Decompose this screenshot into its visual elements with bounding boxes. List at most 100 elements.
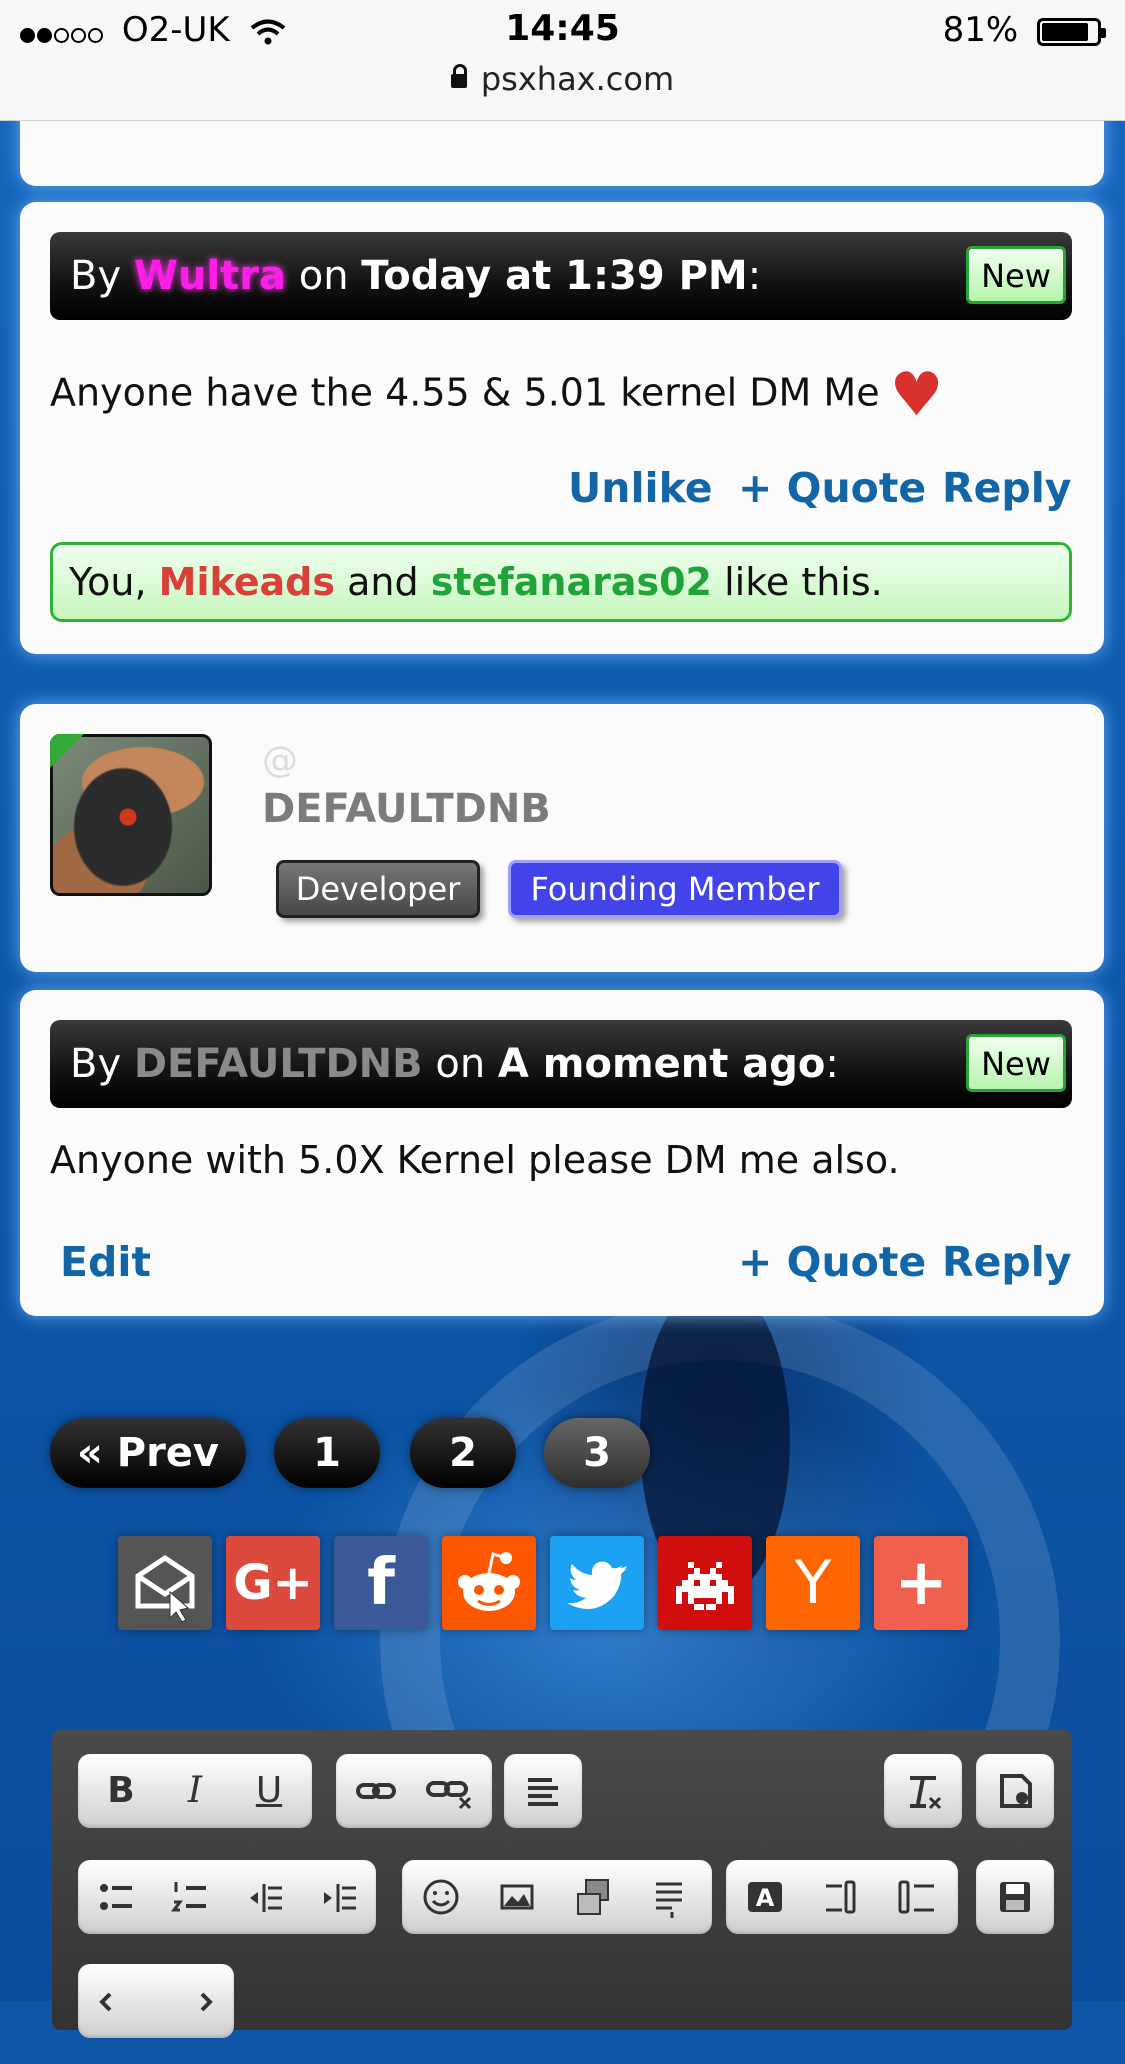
page-3-button[interactable]: 3	[544, 1418, 650, 1488]
numbered-list-icon	[171, 1882, 206, 1912]
new-badge: New	[966, 246, 1066, 304]
quote-block-icon	[898, 1880, 934, 1914]
comment-body: Anyone with 5.0X Kernel please DM me als…	[50, 1138, 900, 1182]
email-icon	[135, 1554, 195, 1623]
underline-button[interactable]: U	[232, 1754, 306, 1828]
source-icon	[1000, 1774, 1032, 1808]
unlink-icon	[426, 1781, 472, 1810]
comment-card: By DEFAULTDNB on A moment ago: New Anyon…	[20, 990, 1104, 1316]
bullet-list-icon	[100, 1884, 132, 1910]
media-button[interactable]	[556, 1860, 630, 1934]
link-button[interactable]	[340, 1754, 414, 1828]
unlink-button[interactable]	[414, 1754, 488, 1828]
likes-summary: You, Mikeads and stefanaras02 like this.	[50, 542, 1072, 622]
image-button[interactable]	[480, 1860, 554, 1934]
indent-icon	[324, 1884, 356, 1912]
reddit-icon	[458, 1552, 520, 1611]
reddit-share-button[interactable]	[442, 1536, 536, 1630]
numbered-list-button[interactable]	[154, 1860, 228, 1934]
email-share-button[interactable]	[118, 1536, 212, 1630]
unlike-link[interactable]: Unlike	[568, 464, 713, 512]
source-group	[976, 1754, 1054, 1828]
twitter-share-button[interactable]	[550, 1536, 644, 1630]
redo-button[interactable]	[156, 1964, 230, 2038]
smilie-button[interactable]	[404, 1860, 478, 1934]
media-icon	[577, 1879, 609, 1915]
facebook-icon: f	[367, 1546, 395, 1620]
remove-format-icon	[910, 1776, 942, 1810]
url-text: psxhax.com	[480, 60, 675, 98]
on-label: on	[298, 253, 349, 299]
view-source-button[interactable]	[978, 1754, 1052, 1828]
battery-icon	[1037, 17, 1106, 46]
page-2-button[interactable]: 2	[410, 1418, 516, 1488]
image-icon	[500, 1884, 534, 1910]
twitter-icon	[567, 1561, 627, 1610]
undo-button[interactable]	[82, 1964, 156, 2038]
more-share-button[interactable]: +	[874, 1536, 968, 1630]
comment-header: By Wultra on Today at 1:39 PM: New	[50, 232, 1072, 320]
liker-link[interactable]: Mikeads	[159, 560, 335, 604]
likes-suffix: like this.	[724, 560, 883, 604]
comment-time: Today at 1:39 PM	[361, 253, 748, 299]
quote-link[interactable]: + Quote	[738, 1238, 926, 1286]
user-profile-card: @ DEFAULTDNB Developer Founding Member	[20, 704, 1104, 972]
align-group	[504, 1754, 582, 1828]
list-group	[78, 1860, 376, 1934]
reply-link[interactable]: Reply	[942, 1238, 1072, 1286]
align-button[interactable]	[506, 1754, 580, 1828]
edit-link[interactable]: Edit	[60, 1238, 151, 1286]
prev-page-button[interactable]: « Prev	[50, 1418, 246, 1488]
author-link[interactable]: Wultra	[134, 253, 286, 299]
new-badge: New	[966, 1034, 1066, 1092]
align-left-icon	[528, 1778, 558, 1806]
author-link[interactable]: DEFAULTDNB	[134, 1041, 423, 1087]
address-bar[interactable]: psxhax.com	[0, 60, 1125, 98]
comment-time: A moment ago	[497, 1041, 826, 1087]
save-group	[976, 1860, 1054, 1934]
battery-percent: 81%	[942, 10, 1019, 50]
liker-link[interactable]: stefanaras02	[431, 560, 712, 604]
link-group	[336, 1754, 492, 1828]
more-icon: +	[894, 1546, 948, 1620]
on-label: on	[435, 1041, 486, 1087]
remove-format-button[interactable]	[886, 1754, 960, 1828]
space-invader-icon	[676, 1562, 734, 1610]
svg-text:A: A	[756, 1884, 775, 1912]
space-invader-share-button[interactable]	[658, 1536, 752, 1630]
italic-button[interactable]: I	[158, 1754, 232, 1828]
colon: :	[825, 1041, 839, 1087]
save-icon	[1000, 1882, 1030, 1912]
insert-code-button[interactable]	[632, 1860, 706, 1934]
insert-group	[402, 1860, 712, 1934]
hacker-news-share-button[interactable]: Y	[766, 1536, 860, 1630]
code-block-icon	[656, 1882, 682, 1918]
by-label: By	[70, 253, 122, 299]
colon: :	[747, 253, 762, 299]
editor-toolbar: B I U A	[52, 1730, 1072, 2038]
save-draft-button[interactable]	[978, 1860, 1052, 1934]
profile-username[interactable]: DEFAULTDNB	[262, 786, 551, 832]
spoiler-button[interactable]	[804, 1860, 878, 1934]
text-color-button[interactable]: A	[728, 1860, 802, 1934]
battery-status: 81%	[942, 10, 1106, 50]
bullet-list-button[interactable]	[80, 1860, 154, 1934]
smiley-icon	[423, 1879, 459, 1915]
comment-body: Anyone have the 4.55 & 5.01 kernel DM Me…	[50, 360, 943, 430]
comment-header: By DEFAULTDNB on A moment ago: New	[50, 1020, 1072, 1108]
comment-card: By Wultra on Today at 1:39 PM: New Anyon…	[20, 202, 1104, 654]
quote-block-button[interactable]	[880, 1860, 954, 1934]
google-plus-share-button[interactable]: G+	[226, 1536, 320, 1630]
outdent-icon	[250, 1884, 282, 1912]
reply-link[interactable]: Reply	[942, 464, 1072, 512]
bold-button[interactable]: B	[84, 1754, 158, 1828]
heart-icon: ♥	[889, 360, 944, 430]
facebook-share-button[interactable]: f	[334, 1536, 428, 1630]
indent-button[interactable]	[302, 1860, 376, 1934]
spoiler-icon	[826, 1880, 856, 1914]
likes-prefix: You,	[69, 560, 147, 604]
outdent-button[interactable]	[228, 1860, 302, 1934]
role-badge-founding-member: Founding Member	[508, 860, 842, 918]
page-1-button[interactable]: 1	[274, 1418, 380, 1488]
quote-link[interactable]: + Quote	[738, 464, 926, 512]
